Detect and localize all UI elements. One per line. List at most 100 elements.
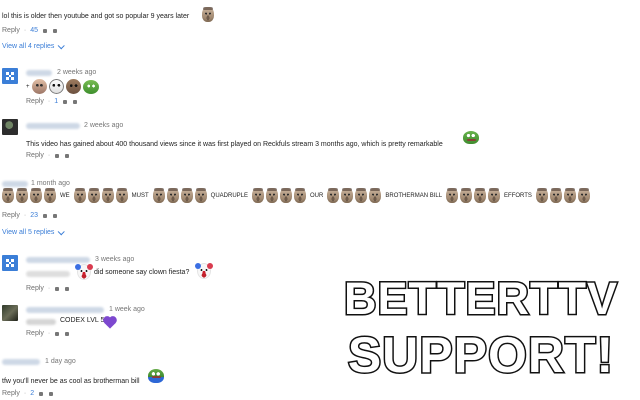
thumb-up-icon[interactable] (54, 286, 60, 292)
face-emote-icon (166, 188, 179, 203)
thumb-down-icon[interactable] (72, 99, 78, 105)
thumb-up-icon[interactable] (54, 153, 60, 159)
face-emote-icon (87, 188, 100, 203)
view-replies-link[interactable]: View all 5 replies (2, 228, 66, 236)
thumb-down-icon[interactable] (64, 153, 70, 159)
comment-7: 1 day ago tfw you'll never be as cool as… (0, 357, 640, 397)
like-count: 23 (30, 212, 39, 219)
comment-1: lol this is older then youtube and got s… (0, 4, 640, 50)
face-emote-icon (369, 188, 382, 203)
face-emote-icon (252, 188, 265, 203)
comment-3: 2 weeks ago This video has gained about … (0, 119, 640, 159)
comment-text: lol this is older then youtube and got s… (2, 13, 190, 20)
comment-text: did someone say clown fiesta? (94, 269, 190, 276)
like-count: 45 (30, 27, 39, 34)
avatar (2, 305, 18, 321)
emote-word: OUR (310, 192, 324, 199)
emote-line: WE MUST QUADRUPLE OUR BROTHERMAN BILL EF… (2, 188, 590, 203)
chevron-down-icon (58, 42, 66, 50)
comment-text: This video has gained about 400 thousand… (26, 141, 443, 148)
comment-2: 2 weeks ago + Reply · 1 (0, 68, 640, 106)
reply-link[interactable]: Reply (2, 27, 20, 34)
reply-link[interactable]: Reply (26, 285, 44, 292)
author-name-blurred (26, 70, 52, 76)
face-emote-icon (266, 188, 279, 203)
emote-word: BROTHERMAN BILL (385, 192, 443, 199)
comment-age: 1 month ago (31, 180, 70, 187)
comment-actions: Reply · 1 (26, 98, 78, 105)
author-name-blurred (2, 359, 40, 365)
face-emote-icon (101, 188, 114, 203)
separator-dot: · (47, 330, 51, 337)
reply-link[interactable]: Reply (2, 212, 20, 219)
face-emote-icon (535, 188, 548, 203)
reply-link[interactable]: Reply (26, 98, 44, 105)
comment-age: 1 day ago (45, 358, 76, 365)
thumb-up-icon[interactable] (62, 99, 68, 105)
emote-word: MUST (131, 192, 149, 199)
face-emote-icon (31, 79, 47, 94)
avatar (2, 68, 18, 84)
avatar (2, 255, 18, 271)
face-emote-icon (563, 188, 576, 203)
chevron-down-icon (58, 228, 66, 236)
separator-dot: · (47, 98, 51, 105)
author-name-blurred (26, 307, 104, 313)
view-replies-label: View all 5 replies (2, 229, 55, 236)
face-emote-icon (152, 188, 165, 203)
thumb-up-icon[interactable] (42, 28, 48, 34)
reply-link[interactable]: Reply (2, 390, 20, 397)
emote-line: + (26, 79, 99, 94)
face-emote-icon (2, 188, 14, 203)
face-emote-icon (48, 79, 64, 94)
reply-link[interactable]: Reply (26, 330, 44, 337)
face-emote-icon (16, 188, 28, 203)
face-emote-icon (194, 188, 207, 203)
thumb-down-icon[interactable] (64, 331, 70, 337)
comment-5: 3 weeks ago did someone say clown fiesta… (0, 255, 640, 295)
separator-dot: · (47, 152, 51, 159)
thumb-down-icon[interactable] (64, 286, 70, 292)
face-emote-icon (202, 7, 214, 22)
comment-actions: Reply · (26, 285, 70, 292)
thumb-down-icon[interactable] (48, 391, 54, 397)
thumb-down-icon[interactable] (52, 213, 58, 219)
comment-age: 3 weeks ago (95, 256, 135, 263)
face-emote-icon (280, 188, 293, 203)
author-name-blurred (2, 181, 28, 187)
plus-sign: + (26, 83, 30, 90)
view-replies-label: View all 4 replies (2, 43, 55, 50)
face-emote-icon (115, 188, 128, 203)
face-emote-icon (460, 188, 473, 203)
face-emote-icon (30, 188, 42, 203)
comment-6: 1 week ago CODEX LVL 5 Reply · (0, 305, 640, 343)
face-emote-icon (294, 188, 307, 203)
avatar (2, 119, 18, 135)
face-emote-icon (73, 188, 86, 203)
thumb-down-icon[interactable] (52, 28, 58, 34)
face-emote-icon (355, 188, 368, 203)
like-count: 1 (54, 98, 59, 105)
comment-actions: Reply · 2 (2, 390, 54, 397)
comment-age: 2 weeks ago (84, 122, 124, 129)
comment-actions: Reply · 45 (2, 27, 58, 34)
view-replies-link[interactable]: View all 4 replies (2, 42, 66, 50)
face-emote-icon (180, 188, 193, 203)
comment-age: 1 week ago (109, 306, 145, 313)
frog-emote-icon (82, 79, 99, 94)
comment-text: CODEX LVL 5 (60, 317, 105, 324)
face-emote-icon (65, 79, 81, 94)
author-name-blurred (26, 257, 90, 263)
thumb-up-icon[interactable] (42, 213, 48, 219)
thumb-up-icon[interactable] (38, 391, 44, 397)
thumb-up-icon[interactable] (54, 331, 60, 337)
separator-dot: · (47, 285, 51, 292)
face-emote-icon (488, 188, 501, 203)
comment-actions: Reply · (26, 330, 70, 337)
comment-4: 1 month ago WE MUST QUADRUPLE OUR BROTHE… (0, 177, 640, 239)
emote-word: QUADRUPLE (210, 192, 249, 199)
reply-link[interactable]: Reply (26, 152, 44, 159)
face-emote-icon (44, 188, 56, 203)
mention-blurred (26, 271, 70, 277)
face-emote-icon (327, 188, 340, 203)
